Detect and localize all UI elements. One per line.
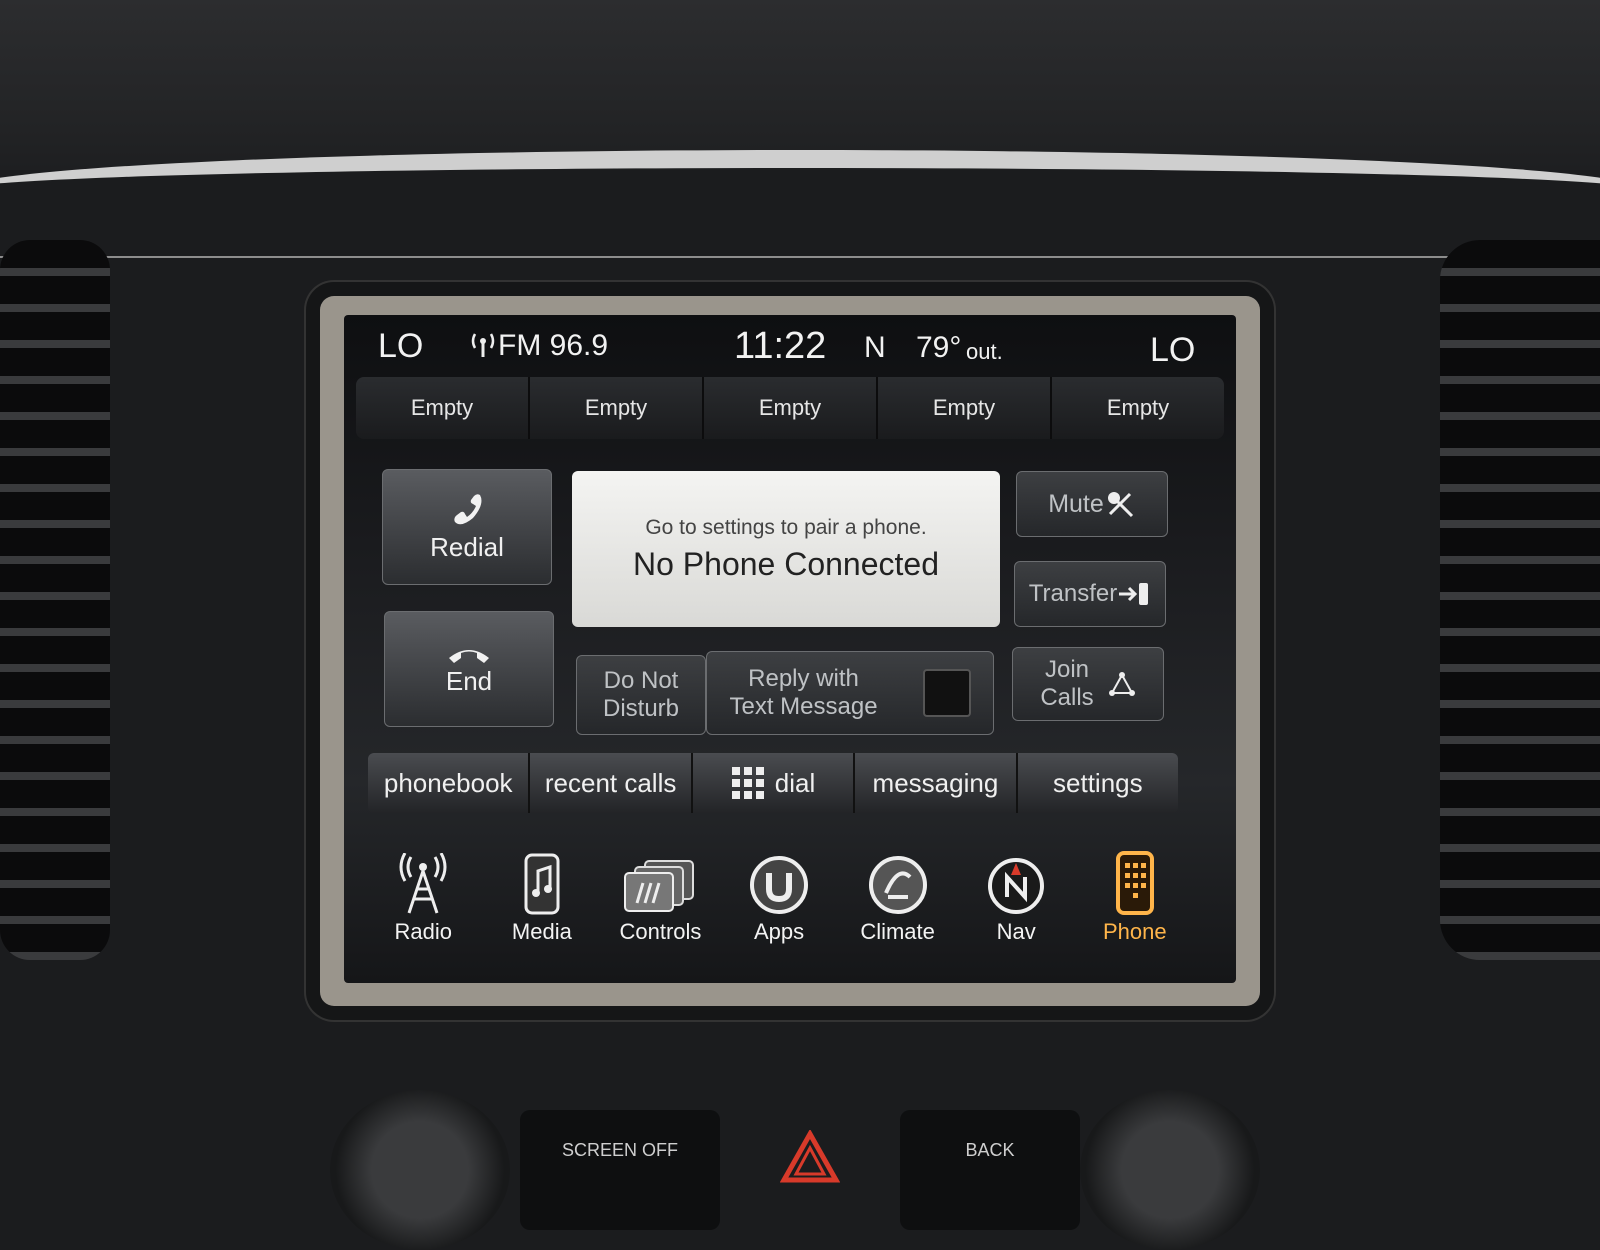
no-phone-message: Go to settings to pair a phone. No Phone… xyxy=(572,471,1000,627)
end-call-button[interactable]: End xyxy=(384,611,554,727)
end-label: End xyxy=(445,665,493,696)
radio-signal-icon xyxy=(468,329,498,364)
tab-dial[interactable]: dial xyxy=(693,753,856,813)
join-line2: Calls xyxy=(1040,684,1094,711)
nav-controls[interactable]: Controls xyxy=(601,835,720,955)
do-not-disturb-button[interactable]: Do Not Disturb xyxy=(576,655,706,735)
clock-time: 11:22 xyxy=(734,325,827,367)
status-bar: LO FM 96.9 11:22 N 79° out. LO xyxy=(344,315,1236,377)
keypad-grid-icon xyxy=(731,767,764,799)
tab-settings[interactable]: settings xyxy=(1018,753,1178,813)
nav-media-label: Media xyxy=(511,919,572,944)
redial-label: Redial xyxy=(430,531,504,562)
transfer-button[interactable]: Transfer xyxy=(1014,561,1166,627)
dnd-line2: Disturb xyxy=(602,695,680,722)
tab-dial-label: dial xyxy=(774,767,816,798)
join-line1: Join xyxy=(1044,656,1090,683)
transfer-arrow-icon xyxy=(1119,583,1149,605)
nav-nav[interactable]: Nav xyxy=(957,835,1076,955)
dashboard-top xyxy=(0,0,1600,170)
nav-climate[interactable]: Climate xyxy=(838,835,957,955)
handset-icon xyxy=(454,493,482,524)
left-volume-knob[interactable] xyxy=(330,1090,510,1250)
tab-messaging[interactable]: messaging xyxy=(855,753,1018,813)
main-nav-bar: Radio Media Controls Apps Climate Nav Ph… xyxy=(364,835,1194,955)
radio-tower-icon xyxy=(399,853,447,914)
redial-button[interactable]: Redial xyxy=(382,469,552,585)
chrome-trim xyxy=(0,150,1600,258)
compass-icon xyxy=(988,858,1045,914)
preset-3[interactable]: Empty xyxy=(704,377,878,439)
dnd-line1: Do Not xyxy=(603,667,679,694)
compass-heading: N xyxy=(864,331,886,364)
outside-temp: 79° xyxy=(916,331,962,364)
apps-icon xyxy=(750,856,809,914)
hazard-triangle-icon xyxy=(779,1128,841,1183)
nav-phone-label: Phone xyxy=(1102,919,1167,944)
radio-station[interactable]: FM 96.9 xyxy=(498,329,608,363)
join-calls-button[interactable]: Join Calls xyxy=(1012,647,1164,721)
join-calls-text: Join Calls xyxy=(1040,656,1093,712)
message-title: No Phone Connected xyxy=(633,545,939,582)
preset-4[interactable]: Empty xyxy=(878,377,1052,439)
reply-line1: Reply with xyxy=(748,665,859,692)
mute-mic-icon xyxy=(1107,492,1133,518)
tab-phonebook[interactable]: phonebook xyxy=(368,753,531,813)
nav-radio[interactable]: Radio xyxy=(364,835,483,955)
preset-5[interactable]: Empty xyxy=(1052,377,1224,439)
media-phone-icon xyxy=(524,853,560,915)
phone-keypad-icon xyxy=(1115,851,1154,915)
nav-apps-label: Apps xyxy=(753,919,805,944)
outside-label: out. xyxy=(966,339,1003,364)
join-calls-icon xyxy=(1108,672,1135,696)
nav-controls-label: Controls xyxy=(619,919,702,944)
left-temp[interactable]: LO xyxy=(378,327,423,366)
hangup-icon xyxy=(449,649,489,663)
right-tune-knob[interactable] xyxy=(1080,1090,1260,1250)
preset-1[interactable]: Empty xyxy=(356,377,530,439)
mute-button[interactable]: Mute xyxy=(1016,471,1168,537)
nav-media[interactable]: Media xyxy=(483,835,602,955)
right-air-vent xyxy=(1440,240,1600,960)
reply-line2: Text Message xyxy=(729,693,878,720)
nav-apps[interactable]: Apps xyxy=(720,835,839,955)
reply-text-group: Reply with Text Message xyxy=(729,665,877,721)
nav-nav-label: Nav xyxy=(996,919,1036,944)
tab-recent-calls[interactable]: recent calls xyxy=(530,753,693,813)
infotainment-screen: LO FM 96.9 11:22 N 79° out. LO Empty Emp… xyxy=(344,315,1236,983)
transfer-label: Transfer xyxy=(1028,580,1118,607)
screen-off-button[interactable]: SCREEN OFF xyxy=(520,1110,720,1230)
controls-icon xyxy=(624,860,695,912)
climate-icon xyxy=(868,856,927,914)
reply-with-text-button[interactable]: Reply with Text Message xyxy=(706,651,994,735)
radio-presets: Empty Empty Empty Empty Empty xyxy=(356,377,1224,439)
hazard-button[interactable] xyxy=(779,1128,841,1189)
mute-label: Mute xyxy=(1048,489,1104,518)
nav-climate-label: Climate xyxy=(860,919,935,944)
right-temp[interactable]: LO xyxy=(1150,331,1195,370)
message-subtitle: Go to settings to pair a phone. xyxy=(645,515,927,539)
left-air-vent xyxy=(0,240,110,960)
back-button[interactable]: BACK xyxy=(900,1110,1080,1230)
nav-phone[interactable]: Phone xyxy=(1075,835,1194,955)
reply-toggle-box[interactable] xyxy=(922,669,971,717)
preset-2[interactable]: Empty xyxy=(530,377,704,439)
phone-tab-bar: phonebook recent calls dial messaging se… xyxy=(368,753,1178,813)
nav-radio-label: Radio xyxy=(394,919,453,944)
